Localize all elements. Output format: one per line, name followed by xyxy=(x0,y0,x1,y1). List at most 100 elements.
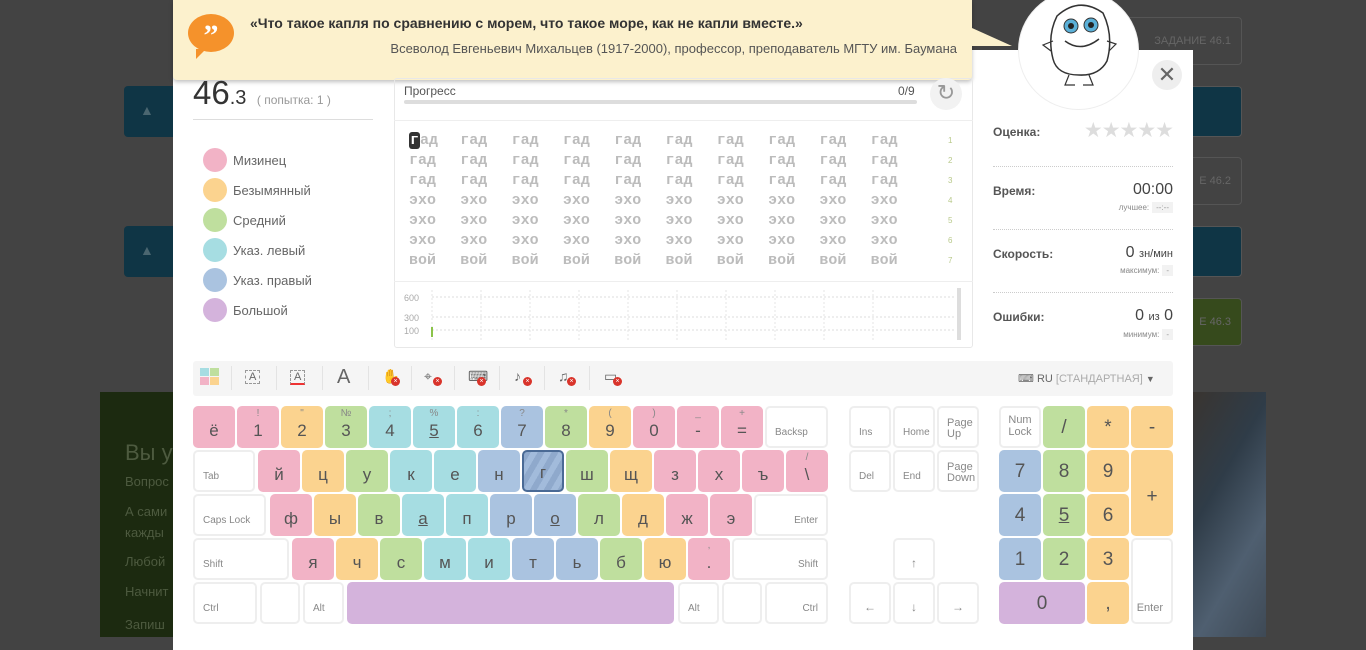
key-num-lock[interactable]: Num Lock xyxy=(999,406,1041,448)
key--[interactable]: _ - xyxy=(677,406,719,448)
key-у[interactable]: у xyxy=(346,450,388,492)
key-backsp[interactable]: Backsp xyxy=(765,406,828,448)
cursor-eye-icon[interactable]: ⌖ × xyxy=(424,368,442,386)
key-6[interactable]: 6 xyxy=(1087,494,1129,536)
window-off-icon[interactable]: ▭ × xyxy=(604,368,622,386)
key-ъ[interactable]: ъ xyxy=(742,450,784,492)
key-blank[interactable] xyxy=(722,582,762,624)
key-*[interactable]: * xyxy=(1087,406,1129,448)
hand-off-icon[interactable]: ✋ × xyxy=(382,368,400,386)
key-ц[interactable]: ц xyxy=(302,450,344,492)
key-л[interactable]: л xyxy=(578,494,620,536)
key-2[interactable]: 2 xyxy=(1043,538,1085,580)
key-enter[interactable]: Enter xyxy=(1131,538,1173,624)
metronome-off-icon[interactable]: ♫ × xyxy=(558,368,576,386)
key-ctrl[interactable]: Ctrl xyxy=(765,582,828,624)
key-blank[interactable] xyxy=(347,582,674,624)
key-ч[interactable]: ч xyxy=(336,538,378,580)
key-page-down[interactable]: Page Down xyxy=(937,450,979,492)
key-\[interactable]: / \ xyxy=(786,450,828,492)
key-shift[interactable]: Shift xyxy=(732,538,828,580)
key-home[interactable]: Home xyxy=(893,406,935,448)
key-к[interactable]: к xyxy=(390,450,432,492)
key-tab[interactable]: Tab xyxy=(193,450,255,492)
key-9[interactable]: (9 xyxy=(589,406,631,448)
key-0[interactable]: ) 0 xyxy=(633,406,675,448)
key-3[interactable]: 3 xyxy=(1087,538,1129,580)
key-1[interactable]: ! 1 xyxy=(237,406,279,448)
key-.[interactable]: ,. xyxy=(688,538,730,580)
key-1[interactable]: 1 xyxy=(999,538,1041,580)
key-х[interactable]: х xyxy=(698,450,740,492)
star-icon[interactable]: ★ xyxy=(1102,119,1121,142)
key-ь[interactable]: ь xyxy=(556,538,598,580)
key-blank[interactable] xyxy=(260,582,300,624)
key-alt[interactable]: Alt xyxy=(303,582,344,624)
key-ш[interactable]: ш xyxy=(566,450,608,492)
key-7[interactable]: 7 xyxy=(999,450,1041,492)
key-о[interactable]: о xyxy=(534,494,576,536)
key-а[interactable]: а xyxy=(402,494,444,536)
key-del[interactable]: Del xyxy=(849,450,891,492)
key-н[interactable]: н xyxy=(478,450,520,492)
color-keys-icon[interactable] xyxy=(200,368,220,389)
star-icon[interactable]: ★ xyxy=(1155,119,1174,142)
key-4[interactable]: ; 4 xyxy=(369,406,411,448)
key-т[interactable]: т xyxy=(512,538,554,580)
key-6[interactable]: :6 xyxy=(457,406,499,448)
key-,[interactable]: , xyxy=(1087,582,1129,624)
key-=[interactable]: + = xyxy=(721,406,763,448)
keyboard-sound-off-icon[interactable]: ⌨ × xyxy=(468,368,488,386)
key-е[interactable]: е xyxy=(434,450,476,492)
key-ы[interactable]: ы xyxy=(314,494,356,536)
key-ф[interactable]: ф xyxy=(270,494,312,536)
key-ins[interactable]: Ins xyxy=(849,406,891,448)
star-icon[interactable]: ★ xyxy=(1120,119,1139,142)
key--[interactable]: - xyxy=(1131,406,1173,448)
key-↑[interactable]: ↑ xyxy=(893,538,935,580)
layout-select[interactable]: ⌨ RU [СТАНДАРТНАЯ] ▼ xyxy=(1018,372,1155,385)
key-щ[interactable]: щ xyxy=(610,450,652,492)
font-box-icon[interactable]: A xyxy=(245,370,261,384)
star-icon[interactable]: ★ xyxy=(1084,119,1103,142)
key-з[interactable]: з xyxy=(654,450,696,492)
key-0[interactable]: 0 xyxy=(999,582,1085,624)
font-underline-icon[interactable]: A xyxy=(290,370,306,385)
key-8[interactable]: 8 xyxy=(1043,450,1085,492)
chart-scrollbar[interactable] xyxy=(957,288,961,340)
key-п[interactable]: п xyxy=(446,494,488,536)
key-5[interactable]: 5 xyxy=(1043,494,1085,536)
restart-button[interactable]: ↻ xyxy=(930,78,962,110)
ear-sound-off-icon[interactable]: ♪ × xyxy=(514,368,532,386)
key-р[interactable]: р xyxy=(490,494,532,536)
key-end[interactable]: End xyxy=(893,450,935,492)
key-5[interactable]: % 5 xyxy=(413,406,455,448)
key-я[interactable]: я xyxy=(292,538,334,580)
key-shift[interactable]: Shift xyxy=(193,538,289,580)
key-ж[interactable]: ж xyxy=(666,494,708,536)
key-й[interactable]: й xyxy=(258,450,300,492)
key-2[interactable]: " 2 xyxy=(281,406,323,448)
key-enter[interactable]: Enter xyxy=(754,494,828,536)
key-←[interactable]: ← xyxy=(849,582,891,624)
key-→[interactable]: → xyxy=(937,582,979,624)
key-alt[interactable]: Alt xyxy=(678,582,719,624)
key-4[interactable]: 4 xyxy=(999,494,1041,536)
star-icon[interactable]: ★ xyxy=(1137,119,1156,142)
key-б[interactable]: б xyxy=(600,538,642,580)
key-и[interactable]: и xyxy=(468,538,510,580)
key-↓[interactable]: ↓ xyxy=(893,582,935,624)
close-button[interactable]: ✕ xyxy=(1152,60,1182,90)
key-9[interactable]: 9 xyxy=(1087,450,1129,492)
key-д[interactable]: д xyxy=(622,494,664,536)
key-3[interactable]: № 3 xyxy=(325,406,367,448)
key-+[interactable]: + xyxy=(1131,450,1173,536)
key-8[interactable]: * 8 xyxy=(545,406,587,448)
key-с[interactable]: с xyxy=(380,538,422,580)
key-7[interactable]: ? 7 xyxy=(501,406,543,448)
key-ctrl[interactable]: Ctrl xyxy=(193,582,257,624)
key-ю[interactable]: ю xyxy=(644,538,686,580)
key-г[interactable]: г xyxy=(522,450,564,492)
key-э[interactable]: э xyxy=(710,494,752,536)
key-в[interactable]: в xyxy=(358,494,400,536)
